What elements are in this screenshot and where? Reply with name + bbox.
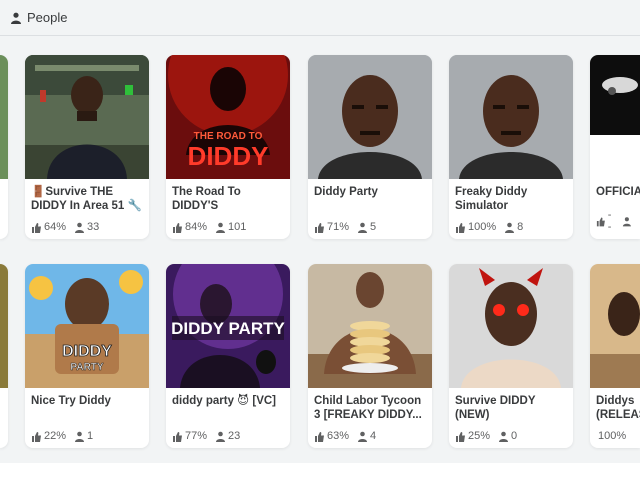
game-grid: 🚪Survive THE DIDDY In Area 51 🔧 64% 33 T… <box>0 0 640 480</box>
game-thumbnail[interactable] <box>308 264 432 388</box>
thumbs-up-icon <box>32 222 41 233</box>
game-thumbnail[interactable] <box>449 55 573 179</box>
game-thumbnail[interactable] <box>590 55 640 179</box>
game-stats: 64% 33 <box>31 221 143 233</box>
rating-value: 84% <box>185 221 208 233</box>
thumbs-up-icon <box>456 431 465 442</box>
game-title[interactable]: Nice Try Diddy <box>25 388 149 424</box>
player-count: 8 <box>517 221 524 233</box>
rating-value: 64% <box>44 221 67 233</box>
player-count: 0 <box>511 430 518 442</box>
thumbs-up-icon <box>173 431 182 442</box>
game-title[interactable]: diddy party 😈 [VC] <box>166 388 290 424</box>
players-icon <box>75 431 85 442</box>
players-icon <box>358 431 368 442</box>
player-count: 4 <box>370 430 377 442</box>
game-stats: 63% 4 <box>314 430 426 442</box>
game-thumbnail[interactable]: DIDDY PARTY <box>25 264 149 388</box>
rating-value: 100% <box>598 430 627 442</box>
player-count: 5 <box>370 221 377 233</box>
players-icon <box>499 431 509 442</box>
players-icon <box>75 222 85 233</box>
game-title[interactable]: Child Labor Tycoon 3 [FREAKY DIDDY... <box>308 388 432 424</box>
footer-strip <box>0 463 640 480</box>
players-icon <box>505 222 515 233</box>
game-thumbnail[interactable] <box>0 264 8 388</box>
game-stats: -- <box>596 209 634 233</box>
game-card[interactable]: Diddy Party 71% 5 <box>308 55 432 239</box>
game-thumbnail[interactable] <box>590 264 640 388</box>
player-count: 101 <box>228 221 247 233</box>
players-icon <box>216 222 226 233</box>
thumb-road-big: DIDDY <box>188 141 269 171</box>
game-card[interactable]: DIDDY PARTY diddy party 😈 [VC] 77% 23 <box>166 264 290 448</box>
thumb-party-text: DIDDY PARTY <box>171 319 285 338</box>
game-thumbnail[interactable]: THE ROAD TO DIDDY <box>166 55 290 179</box>
game-title[interactable]: Diddys (RELEAS <box>590 388 640 424</box>
game-stats: 25% 0 <box>455 430 567 442</box>
game-card[interactable]: Freaky Diddy Simulator 100% 8 <box>449 55 573 239</box>
game-title[interactable]: Freaky Diddy Simulator <box>449 179 573 215</box>
game-title[interactable]: The Road To DIDDY'S <box>166 179 290 215</box>
game-card-partial[interactable] <box>0 264 8 448</box>
player-count: 33 <box>87 221 100 233</box>
game-thumbnail[interactable] <box>308 55 432 179</box>
thumbs-up-icon <box>315 431 324 442</box>
player-count: 1 <box>87 430 94 442</box>
players-icon <box>358 222 368 233</box>
rating-value: 100% <box>468 221 497 233</box>
thumb-nice-try-text: DIDDY <box>62 343 112 360</box>
players-icon <box>216 431 226 442</box>
game-card[interactable]: OFFICIA -- <box>590 55 640 239</box>
rating-value: -- <box>607 209 612 233</box>
game-title[interactable]: Survive DIDDY (NEW) <box>449 388 573 424</box>
thumbs-up-icon <box>456 222 465 233</box>
thumbs-up-icon <box>32 431 41 442</box>
thumb-nice-try-sub: PARTY <box>70 362 103 373</box>
game-title[interactable]: Diddy Party <box>308 179 432 215</box>
players-icon <box>623 216 632 226</box>
game-thumbnail[interactable]: DIDDY PARTY <box>166 264 290 388</box>
game-thumbnail[interactable] <box>449 264 573 388</box>
game-card[interactable]: THE ROAD TO DIDDY The Road To DIDDY'S 84… <box>166 55 290 239</box>
game-stats: 77% 23 <box>172 430 284 442</box>
game-card[interactable]: Child Labor Tycoon 3 [FREAKY DIDDY... 63… <box>308 264 432 448</box>
game-thumbnail[interactable] <box>0 55 8 179</box>
thumbs-up-icon <box>596 217 605 226</box>
game-stats: 100% 8 <box>455 221 567 233</box>
rating-value: 22% <box>44 430 67 442</box>
game-card[interactable]: 🚪Survive THE DIDDY In Area 51 🔧 64% 33 <box>25 55 149 239</box>
game-card[interactable]: Survive DIDDY (NEW) 25% 0 <box>449 264 573 448</box>
game-thumbnail[interactable] <box>25 55 149 179</box>
thumbs-up-icon <box>173 222 182 233</box>
rating-value: 71% <box>327 221 350 233</box>
player-count: 23 <box>228 430 241 442</box>
game-card[interactable]: Diddys (RELEAS 100% <box>590 264 640 448</box>
game-stats: 84% 101 <box>172 221 284 233</box>
game-stats: 100% <box>596 430 634 442</box>
rating-value: 77% <box>185 430 208 442</box>
thumbs-up-icon <box>315 222 324 233</box>
game-stats: 22% 1 <box>31 430 143 442</box>
rating-value: 63% <box>327 430 350 442</box>
game-title[interactable]: 🚪Survive THE DIDDY In Area 51 🔧 <box>25 179 149 215</box>
game-card-partial[interactable] <box>0 55 8 239</box>
game-card[interactable]: DIDDY PARTY Nice Try Diddy 22% 1 <box>25 264 149 448</box>
game-stats: 71% 5 <box>314 221 426 233</box>
rating-value: 25% <box>468 430 491 442</box>
